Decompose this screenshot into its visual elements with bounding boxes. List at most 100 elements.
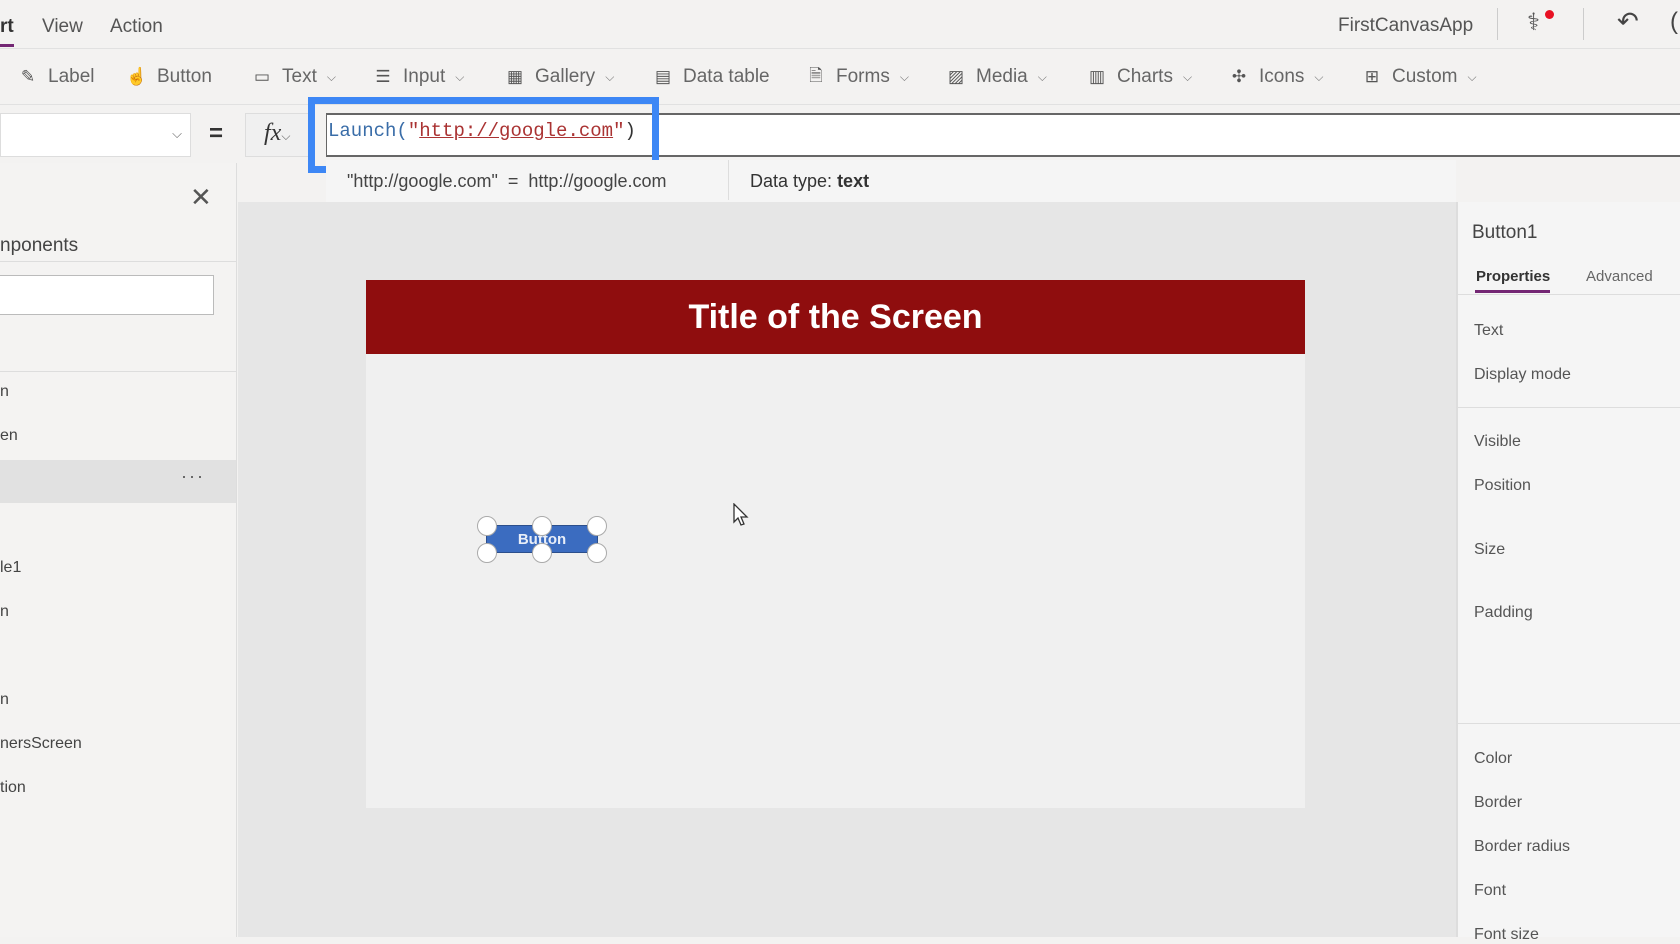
property-position: Position <box>1474 477 1531 494</box>
property-font-size: Font size <box>1474 926 1539 943</box>
divider <box>1497 8 1498 40</box>
data-type: Data type: text <box>750 171 870 191</box>
toolbar-label: Label <box>48 66 95 87</box>
chevron-down-icon: ⌵ <box>1182 69 1193 84</box>
chevron-down-icon: ⌵ <box>455 69 465 84</box>
menu-action[interactable]: Action <box>110 16 163 38</box>
tree-item[interactable]: tion <box>0 779 26 797</box>
more-options-icon[interactable]: ··· <box>181 466 205 487</box>
chevron-down-icon: ⌵ <box>172 126 182 141</box>
divider <box>0 261 237 262</box>
toolbar-label: Input <box>403 66 446 87</box>
divider <box>1458 723 1680 724</box>
toolbar-input-button[interactable]: ☰ Input ⌵ <box>371 62 464 92</box>
selected-control-name: Button1 <box>1472 222 1538 243</box>
chevron-down-icon: ⌵ <box>899 69 909 84</box>
property-visible: Visible <box>1474 433 1521 450</box>
menu-insert[interactable]: rt <box>0 16 14 38</box>
tree-item[interactable]: n <box>0 383 9 401</box>
property-display-mode: Display mode <box>1474 366 1571 383</box>
sliders-icon: ☰ <box>375 67 391 86</box>
toolbar-icons-button[interactable]: ✣ Icons ⌵ <box>1227 62 1324 92</box>
custom-blocks-icon: ⊞ <box>1364 67 1380 86</box>
toolbar-label: Button <box>157 66 212 87</box>
toolbar-label-button[interactable]: ✎ Label <box>16 62 95 92</box>
tree-item[interactable]: n <box>0 603 9 621</box>
divider <box>0 104 1680 105</box>
button-touch-icon: ☝ <box>126 67 148 86</box>
icons-icon: ✣ <box>1231 67 1247 86</box>
divider <box>1458 294 1680 295</box>
toolbar-button-button[interactable]: ☝ Button <box>125 62 212 92</box>
divider <box>0 371 237 372</box>
tree-item[interactable]: en <box>0 427 18 445</box>
property-color: Color <box>1474 750 1513 767</box>
tree-item[interactable]: le1 <box>0 559 21 577</box>
fx-icon: fx <box>264 120 282 146</box>
close-icon[interactable]: ✕ <box>190 182 212 213</box>
result-expression: "http://google.com" = http://google.com <box>347 171 667 191</box>
toolbar-label: Custom <box>1392 66 1458 87</box>
property-font: Font <box>1474 882 1507 899</box>
toolbar-label: Icons <box>1259 66 1305 87</box>
divider <box>728 160 729 200</box>
app-checker-stethoscope-icon[interactable]: ⚕ <box>1527 8 1554 37</box>
toolbar-label: Media <box>976 66 1028 87</box>
property-padding: Padding <box>1474 604 1533 621</box>
toolbar-label: Forms <box>836 66 890 87</box>
divider <box>1583 8 1584 40</box>
toolbar-gallery-button[interactable]: ▦ Gallery ⌵ <box>503 62 614 92</box>
tree-item[interactable]: n <box>0 691 9 709</box>
property-border: Border <box>1474 794 1523 811</box>
chevron-down-icon: ⌵ <box>1314 69 1324 84</box>
screen-title-label[interactable]: Title of the Screen <box>366 280 1305 354</box>
properties-panel <box>1456 202 1680 937</box>
chevron-down-icon: ⌵ <box>1037 69 1047 84</box>
toolbar-custom-button[interactable]: ⊞ Custom ⌵ <box>1360 62 1477 92</box>
notification-dot <box>1545 10 1554 19</box>
fx-button[interactable]: fx⌵ <box>245 113 311 157</box>
search-input[interactable] <box>0 275 214 315</box>
active-menu-underline <box>0 44 14 47</box>
resize-handle[interactable] <box>532 516 552 536</box>
toolbar-label: Data table <box>683 66 770 87</box>
image-icon: ▨ <box>947 67 965 86</box>
property-dropdown[interactable]: ⌵ <box>0 113 191 157</box>
tab-advanced[interactable]: Advanced <box>1586 268 1653 285</box>
components-tab[interactable]: nponents <box>0 235 78 257</box>
toolbar-label: Text <box>282 66 317 87</box>
redo-icon[interactable]: ( <box>1670 8 1678 36</box>
tree-item[interactable]: nersScreen <box>0 735 82 753</box>
resize-handle[interactable] <box>587 543 607 563</box>
toolbar-data-table-button[interactable]: ▤ Data table <box>651 62 770 92</box>
chevron-down-icon: ⌵ <box>605 69 615 84</box>
tab-properties[interactable]: Properties <box>1476 268 1550 285</box>
toolbar-text-button[interactable]: ▭ Text ⌵ <box>250 62 336 92</box>
gallery-grid-icon: ▦ <box>506 67 524 86</box>
menu-view[interactable]: View <box>42 16 83 38</box>
property-text: Text <box>1474 322 1504 339</box>
property-size: Size <box>1474 541 1506 558</box>
resize-handle[interactable] <box>477 516 497 536</box>
edit-label-icon: ✎ <box>20 67 36 86</box>
undo-icon[interactable]: ↶ <box>1617 6 1639 37</box>
text-abc-icon: ▭ <box>253 67 271 86</box>
equals-sign: = <box>209 120 224 147</box>
app-title: FirstCanvasApp <box>1338 15 1474 36</box>
resize-handle[interactable] <box>477 543 497 563</box>
toolbar-media-button[interactable]: ▨ Media ⌵ <box>944 62 1047 92</box>
toolbar-label: Gallery <box>535 66 596 87</box>
divider <box>0 48 1680 49</box>
toolbar-forms-button[interactable]: 🗎 Forms ⌵ <box>804 62 909 92</box>
mouse-cursor-icon <box>733 503 749 526</box>
toolbar-label: Charts <box>1117 66 1173 87</box>
resize-handle[interactable] <box>587 516 607 536</box>
divider <box>1458 407 1680 408</box>
table-icon: ▤ <box>654 67 672 86</box>
toolbar-charts-button[interactable]: ▥ Charts ⌵ <box>1085 62 1192 92</box>
resize-handle[interactable] <box>532 543 552 563</box>
form-icon: 🗎 <box>809 65 823 85</box>
property-border-radius: Border radius <box>1474 838 1571 855</box>
chevron-down-icon: ⌵ <box>1467 69 1477 84</box>
chevron-down-icon: ⌵ <box>326 69 336 84</box>
